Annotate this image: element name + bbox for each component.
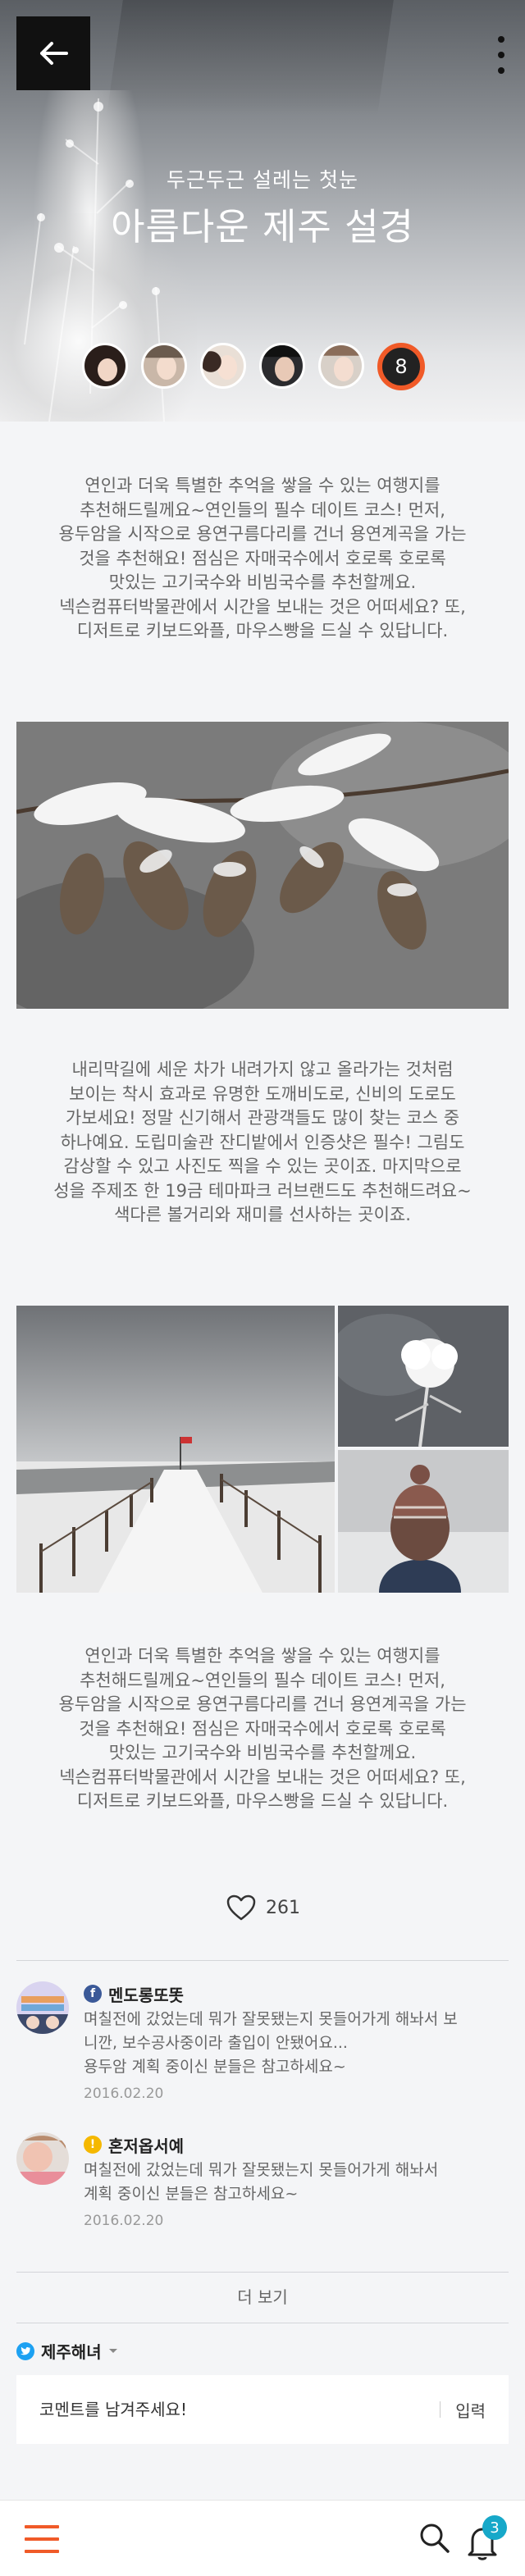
comment-author[interactable]: 멘도롱또똣: [108, 1982, 184, 2006]
like-count: 261: [266, 1897, 300, 1918]
heart-outline-icon: [226, 1894, 256, 1921]
avatar[interactable]: [16, 2132, 69, 2185]
participant-avatars: 8: [82, 343, 425, 390]
comment-text: 며칠전에 갔었는데 뭐가 잘못됐는지 못들어가게 해놔서 계획 중이신 분들은 …: [84, 2161, 439, 2203]
search-button[interactable]: [417, 2520, 453, 2556]
article-paragraph: 내리막길에 세운 차가 내려가지 않고 올라가는 것처럼 보이는 착시 효과로 …: [53, 1060, 472, 1224]
avatar[interactable]: [200, 343, 246, 389]
hero-title: 아름다운 제주 설경: [111, 205, 414, 248]
avatar[interactable]: [16, 1981, 69, 2034]
comment-writer[interactable]: 제주해녀: [16, 2339, 118, 2363]
comment-text: 며칠전에 갔었는데 뭐가 잘못됐는지 못들어가게 해놔서 보 니깐, 보수공사중…: [84, 2010, 458, 2076]
more-vertical-icon: [498, 36, 504, 43]
snowy-path-image: [16, 1306, 335, 1593]
facebook-icon: f: [84, 1985, 102, 2003]
snowy-leaves-image: [16, 722, 509, 1009]
hero-subtitle: 두근두근 설레는 첫눈: [167, 168, 358, 192]
avatar-image: [16, 1981, 69, 2034]
divider: [16, 1960, 509, 1961]
bottom-navigation-bar: 3: [0, 2500, 525, 2576]
comment-item: f 멘도롱또똣 며칠전에 갔었는데 뭐가 잘못됐는지 못들어가게 해놔서 보 니…: [16, 1981, 509, 2121]
comment-date: 2016.02.20: [84, 2086, 164, 2102]
comment-form: 입력: [16, 2375, 509, 2444]
article-photo-frosted-flower[interactable]: [338, 1306, 509, 1447]
avatar[interactable]: [141, 343, 187, 389]
hero-banner: 두근두근 설레는 첫눈 아름다운 제주 설경 8: [0, 0, 525, 422]
article-photo-snowy-leaves[interactable]: [16, 722, 509, 1009]
like-button[interactable]: 261: [226, 1894, 300, 1921]
search-icon: [420, 2524, 450, 2553]
avatar[interactable]: [259, 343, 305, 389]
comment-item: ! 혼저옵서예 며칠전에 갔었는데 뭐가 잘못됐는지 못들어가게 해놔서 계획 …: [16, 2132, 509, 2247]
submit-comment-button[interactable]: 입력: [455, 2398, 486, 2422]
comment-input[interactable]: [39, 2400, 441, 2419]
more-options-button[interactable]: [495, 36, 507, 74]
comment-author[interactable]: 혼저옵서예: [108, 2133, 184, 2157]
hamburger-icon: [25, 2525, 59, 2528]
avatar[interactable]: [318, 343, 364, 389]
back-button[interactable]: [16, 16, 90, 90]
notification-button[interactable]: 3: [464, 2515, 507, 2560]
avatar[interactable]: [82, 343, 128, 389]
notification-count-badge: 3: [482, 2515, 507, 2540]
frosted-flower-image: [338, 1306, 509, 1447]
avatar-image: [16, 2132, 69, 2185]
divider: [16, 2272, 509, 2273]
article-paragraph: 연인과 더욱 특별한 추억을 쌓을 수 있는 여행지를 추천해드릴께요~연인들의…: [58, 476, 467, 641]
more-comments-button[interactable]: 더 보기: [16, 2273, 509, 2321]
comment-date: 2016.02.20: [84, 2213, 164, 2229]
arrow-left-icon: [40, 42, 68, 65]
chevron-down-icon: [108, 2348, 117, 2353]
kakao-icon: !: [84, 2136, 102, 2154]
participant-count-badge[interactable]: 8: [377, 343, 425, 390]
article-paragraph: 연인과 더욱 특별한 추억을 쌓을 수 있는 여행지를 추천해드릴께요~연인들의…: [58, 1646, 467, 1811]
article-photo-person-in-snow[interactable]: [338, 1450, 509, 1593]
person-in-snow-image: [338, 1450, 509, 1593]
twitter-icon: [16, 2341, 34, 2360]
divider: [440, 2401, 441, 2418]
writer-name: 제주해녀: [41, 2342, 102, 2362]
article-photo-snowy-path[interactable]: [16, 1306, 335, 1593]
menu-button[interactable]: [25, 2525, 59, 2553]
